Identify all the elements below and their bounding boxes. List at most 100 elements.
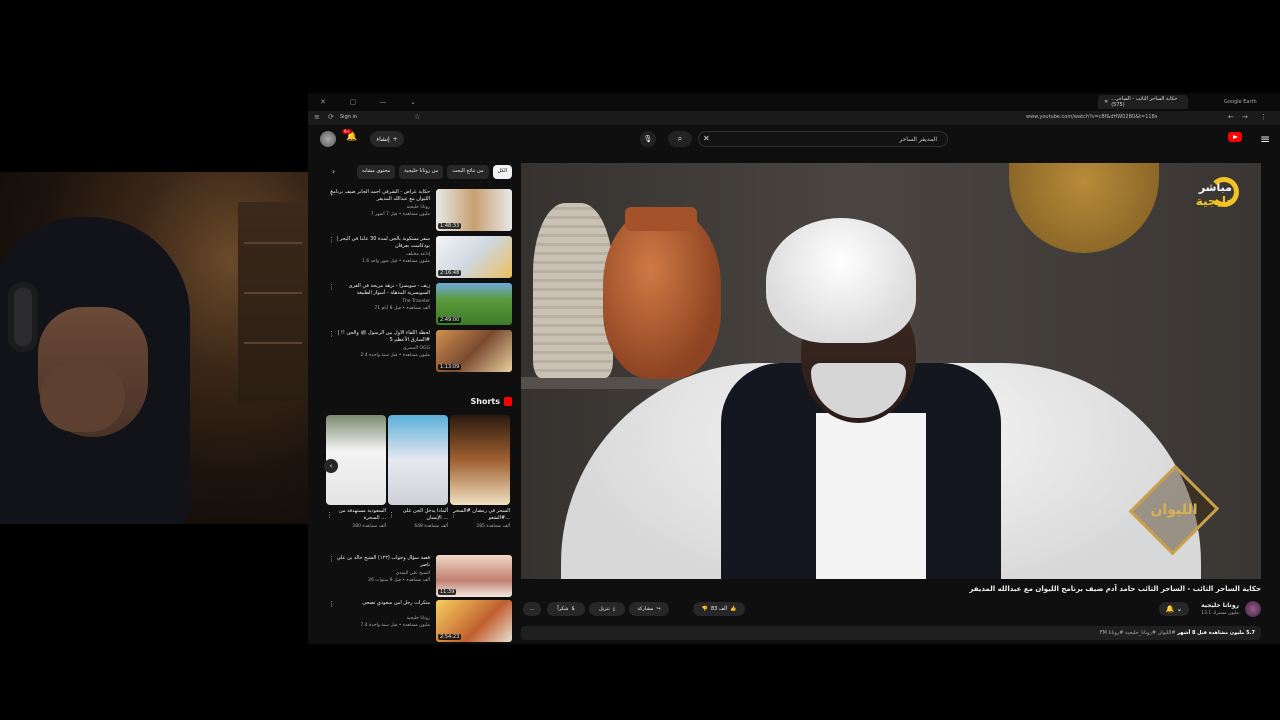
- more-options-icon[interactable]: ⋮: [328, 600, 335, 608]
- short-title[interactable]: السعودية مستهدفة من السحرة ...: [326, 508, 386, 522]
- more-options-icon[interactable]: ⋮: [388, 511, 395, 519]
- short-thumbnail[interactable]: [450, 415, 510, 505]
- more-options-icon[interactable]: ⋮: [328, 330, 335, 338]
- channel-avatar[interactable]: [1245, 601, 1261, 617]
- notification-badge: 9+: [342, 129, 352, 134]
- channel-name[interactable]: روتانا خليجية: [407, 205, 430, 210]
- close-tab-icon[interactable]: ✕: [1104, 99, 1108, 105]
- short-item[interactable]: السعودية مستهدفة من السحرة ... 280 ألف م…: [326, 415, 386, 545]
- video-meta: 26 ألف مشاهدة • قبل 9 سنوات: [368, 578, 430, 583]
- list-item[interactable]: 2:49:00 زيف - سويسرا - نزهة مريحة في الق…: [326, 283, 512, 327]
- chip-search-results[interactable]: من نتائج البحث: [447, 165, 489, 179]
- short-item[interactable]: ألماذا يدخل الجن على الإنسان ... 648 ألف…: [388, 415, 448, 545]
- share-button[interactable]: مشاركة ↪: [629, 602, 669, 616]
- video-title[interactable]: سفر مسكونة بالجن لمدة 30 عاماً في البحر …: [330, 236, 430, 250]
- back-icon[interactable]: ←: [1228, 113, 1234, 121]
- video-title[interactable]: لحظة اللقاء الأول بين الرسول ﷺ والجن !! …: [330, 330, 430, 344]
- video-title[interactable]: قصة سؤال وجواب (١٢٢) الشيخ خالد بن علي ن…: [330, 555, 430, 569]
- channel-name[interactable]: المصري OGG: [403, 346, 430, 351]
- search-button[interactable]: ⌕: [668, 131, 692, 147]
- more-options-icon[interactable]: ⋮: [328, 189, 335, 197]
- clear-search-icon[interactable]: ✕: [703, 134, 710, 143]
- video-meta: 7 مليون مشاهدة • قبل 7 أشهر: [370, 212, 430, 217]
- video-title[interactable]: زيف - سويسرا - نزهة مريحة في القرى السوي…: [330, 283, 430, 297]
- close-window-icon[interactable]: ✕: [308, 98, 338, 106]
- restore-window-icon[interactable]: ▢: [338, 98, 368, 106]
- video-thumbnail[interactable]: 1:48:33: [436, 189, 512, 231]
- hashtags[interactable]: #الليوان #روتانا_خليجية #روتانا FM: [1100, 630, 1176, 636]
- more-actions-button[interactable]: …: [523, 602, 541, 616]
- bell-icon: 🔔: [1165, 605, 1175, 613]
- channel-name[interactable]: إذاعة مختلف: [406, 252, 430, 257]
- youtube-logo[interactable]: [1228, 132, 1242, 142]
- browser-window: ✕ ▢ — ⌄ ✕ حكاية الساحر التائب - الساحر..…: [308, 93, 1280, 644]
- channel-watermark: مباشر خليجية: [1196, 177, 1239, 208]
- video-title[interactable]: حكاية عراض - الشرفي أحمد الجابر ضيف برنا…: [330, 189, 430, 203]
- channel-name[interactable]: الشيخ علي الشدي: [396, 571, 430, 576]
- video-thumbnail[interactable]: 11:39: [436, 555, 512, 597]
- dislike-icon[interactable]: 👎: [702, 606, 708, 612]
- short-item[interactable]: السحر في رمضان #السحر #الشعو... 285 ألف …: [450, 415, 510, 545]
- chips-next-icon[interactable]: ›: [332, 167, 335, 176]
- tab-google-earth[interactable]: Google Earth: [1218, 95, 1278, 109]
- headset: [8, 282, 38, 352]
- menu-icon[interactable]: ⋮: [1260, 113, 1267, 121]
- chip-related[interactable]: محتوى مشابه: [357, 165, 396, 179]
- channel-logo-icon: [1209, 177, 1239, 207]
- like-dislike-group: 👎 83 ألف 👍: [693, 602, 745, 616]
- create-button[interactable]: إنشاء +: [370, 131, 404, 147]
- search-input[interactable]: ✕ المديفر الساحر: [698, 131, 948, 147]
- video-thumbnail[interactable]: 1:13:09: [436, 330, 512, 372]
- url-field[interactable]: www.youtube.com/watch?v=c8f&dHW02B0&t=11…: [1026, 114, 1157, 120]
- search-icon: ⌕: [677, 134, 683, 143]
- list-item[interactable]: 2:54:23 متكرات رجل أمن سعودي تضحي روتانا…: [326, 600, 512, 644]
- like-count[interactable]: 83 ألف: [711, 606, 727, 612]
- chip-all[interactable]: الكل: [492, 165, 512, 179]
- more-options-icon[interactable]: ⋮: [328, 236, 335, 244]
- more-options-icon[interactable]: ⋮: [326, 511, 333, 519]
- list-item[interactable]: 1:13:09 لحظة اللقاء الأول بين الرسول ﷺ و…: [326, 330, 512, 374]
- forward-icon[interactable]: →: [1242, 113, 1248, 121]
- video-title[interactable]: متكرات رجل أمن سعودي تضحي: [330, 600, 430, 607]
- list-item[interactable]: 11:39 قصة سؤال وجواب (١٢٢) الشيخ خالد بن…: [326, 555, 512, 599]
- account-avatar[interactable]: [320, 131, 336, 147]
- reload-icon[interactable]: ⟳: [328, 113, 334, 121]
- address-bar: ≡ ⟳ Sign in ☆ www.youtube.com/watch?v=c8…: [308, 111, 1280, 125]
- download-button[interactable]: تنزيل ⤓: [589, 602, 625, 616]
- more-options-icon[interactable]: ⋮: [450, 511, 457, 519]
- list-item[interactable]: 2:16:48 سفر مسكونة بالجن لمدة 30 عاماً ف…: [326, 236, 512, 280]
- tab-list-icon[interactable]: ⌄: [398, 98, 428, 106]
- video-thumbnail[interactable]: 2:16:48: [436, 236, 512, 278]
- channel-name[interactable]: روتانا خليجية: [407, 616, 430, 621]
- short-title[interactable]: ألماذا يدخل الجن على الإنسان ...: [388, 508, 448, 522]
- bookmark-icon[interactable]: ☆: [414, 113, 420, 121]
- tab-title: Google Earth: [1224, 99, 1257, 105]
- duration-badge: 1:48:33: [438, 223, 462, 229]
- subscribe-bell-button[interactable]: 🔔 ⌄: [1159, 602, 1189, 616]
- list-item[interactable]: 1:48:33 حكاية عراض - الشرفي أحمد الجابر …: [326, 189, 512, 233]
- thanks-button[interactable]: شكراً $: [547, 602, 585, 616]
- clay-pot-neck: [625, 207, 697, 231]
- sign-in-link[interactable]: Sign in: [340, 114, 357, 120]
- description-box[interactable]: 5.7 مليون مشاهدة قبل 8 أشهر #الليوان #رو…: [521, 626, 1261, 640]
- chip-channel[interactable]: من روتانا خليجية: [399, 165, 444, 179]
- video-meta: 71 ألف مشاهدة • قبل 8 أيام: [374, 306, 430, 311]
- short-thumbnail[interactable]: [388, 415, 448, 505]
- more-options-icon[interactable]: ⋮: [328, 555, 335, 563]
- like-icon[interactable]: 👍: [730, 606, 736, 612]
- short-title[interactable]: السحر في رمضان #السحر #الشعو...: [450, 508, 510, 522]
- video-player[interactable]: مباشر خليجية الليوان: [521, 163, 1261, 579]
- video-thumbnail[interactable]: 2:49:00: [436, 283, 512, 325]
- voice-search-button[interactable]: 🎙: [640, 131, 656, 147]
- video-thumbnail[interactable]: 2:54:23: [436, 600, 512, 642]
- short-views: 285 ألف مشاهدة: [476, 524, 510, 529]
- notifications-button[interactable]: 🔔 9+: [342, 129, 357, 142]
- channel-name[interactable]: The Traveler: [402, 299, 430, 304]
- minimize-window-icon[interactable]: —: [368, 98, 398, 106]
- more-options-icon[interactable]: ⋮: [328, 283, 335, 291]
- sidebar-icon[interactable]: ≡: [314, 113, 320, 121]
- tab-youtube[interactable]: ✕ حكاية الساحر التائب - الساحر... (575): [1098, 95, 1188, 109]
- hamburger-icon[interactable]: ≡: [1260, 132, 1270, 146]
- shorts-prev-button[interactable]: ‹: [324, 459, 338, 473]
- channel-name[interactable]: روتانا خليجية: [1201, 602, 1239, 609]
